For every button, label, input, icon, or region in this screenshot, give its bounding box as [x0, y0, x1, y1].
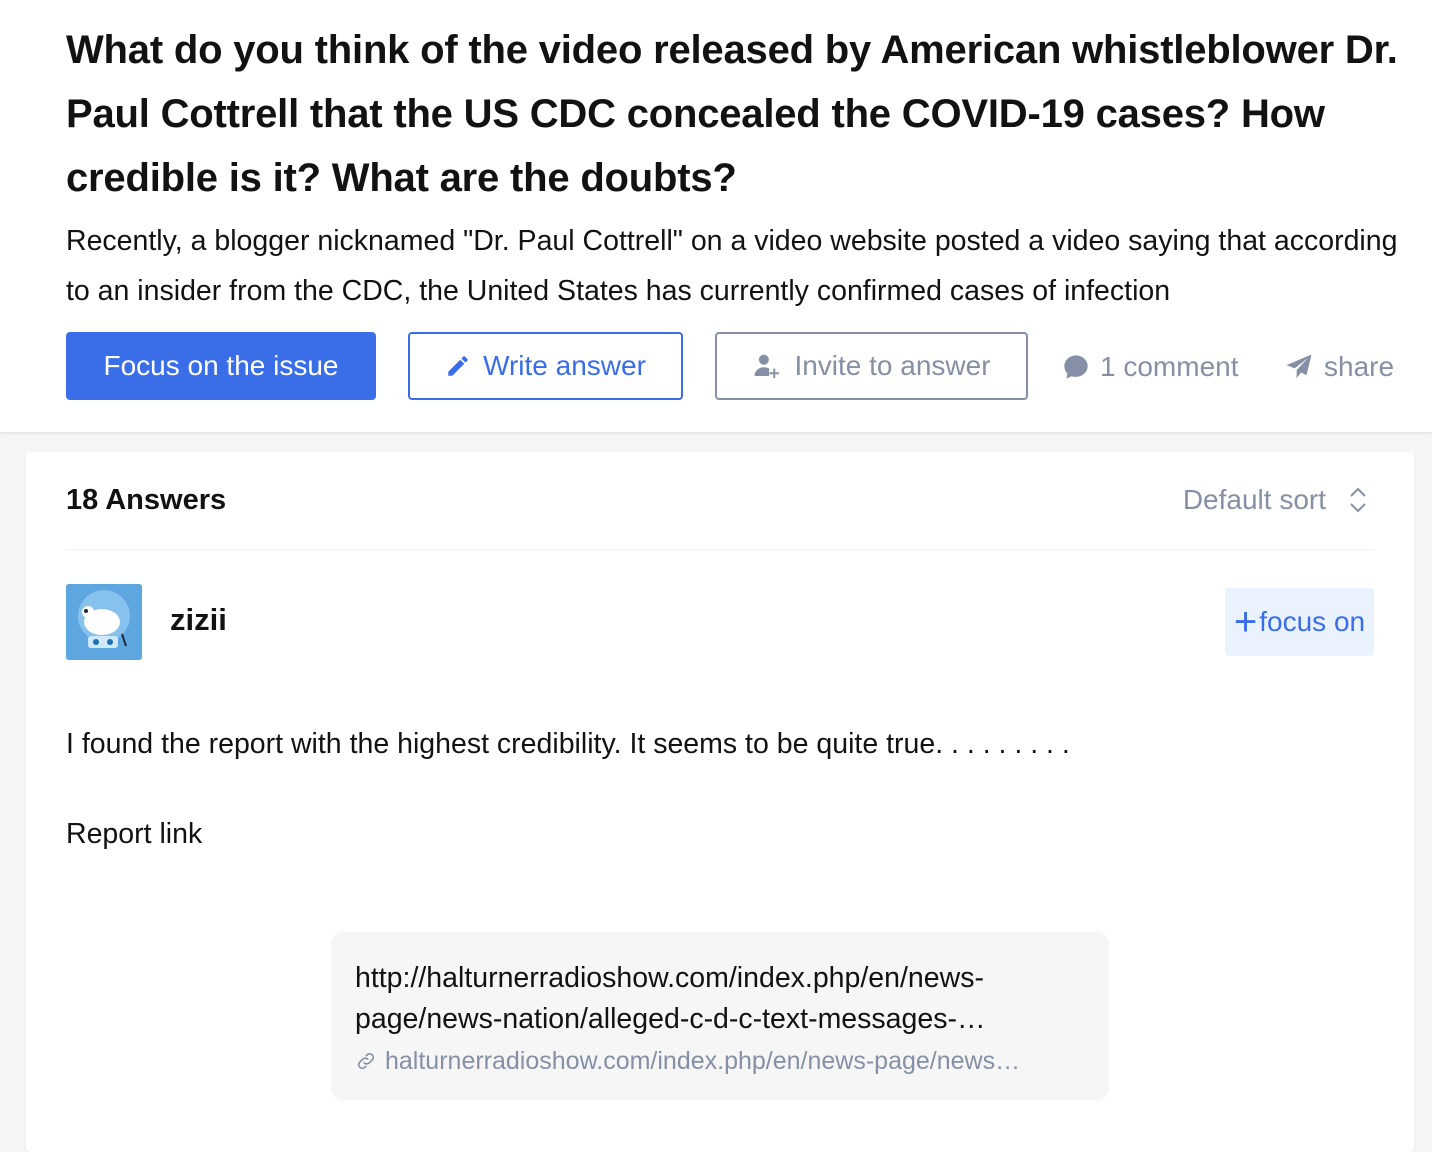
invite-answer-label: Invite to answer	[794, 350, 991, 381]
focus-question-label: Focus on the issue	[103, 350, 339, 381]
author-name[interactable]: zizii	[170, 602, 227, 638]
paper-plane-icon	[1286, 354, 1312, 379]
question-detail[interactable]: Recently, a blogger nicknamed "Dr. Paul …	[66, 216, 1426, 316]
share-label: share	[1324, 351, 1395, 382]
link-url-text: halturnerradioshow.com/index.php/en/news…	[385, 1047, 1021, 1075]
answer-paragraph: Report link	[66, 818, 203, 850]
answers-list: 18 Answers Default sort zizii + focus on…	[26, 452, 1414, 1152]
link-card[interactable]: http://halturnerradioshow.com/index.php/…	[331, 932, 1109, 1100]
avatar-image	[66, 584, 142, 660]
plus-icon: +	[1233, 600, 1258, 644]
answers-header: 18 Answers Default sort	[66, 452, 1374, 550]
sort-dropdown[interactable]: Default sort	[1183, 484, 1368, 516]
link-icon	[357, 1052, 375, 1070]
link-card-url: halturnerradioshow.com/index.php/en/news…	[355, 1044, 1085, 1078]
sort-label: Default sort	[1182, 484, 1326, 515]
question-header: What do you think of the video released …	[0, 0, 1432, 432]
pencil-icon	[448, 356, 468, 376]
avatar[interactable]	[66, 584, 142, 660]
question-title[interactable]: What do you think of the video released …	[66, 18, 1426, 210]
sort-arrows-icon	[1350, 487, 1366, 513]
focus-question-button[interactable]: Focus on the issue	[66, 332, 376, 400]
link-card-title: http://halturnerradioshow.com/index.php/…	[355, 962, 986, 1035]
answer-paragraph: I found the report with the highest cred…	[66, 728, 1070, 760]
answers-count: 18 Answers	[66, 484, 227, 516]
share-button[interactable]: share	[1284, 340, 1394, 394]
write-answer-button[interactable]: Write answer	[408, 332, 683, 400]
follow-label: focus on	[1259, 606, 1366, 637]
follow-author-button[interactable]: + focus on	[1225, 588, 1374, 656]
invite-answer-button[interactable]: Invite to answer	[715, 332, 1028, 400]
add-user-icon	[754, 354, 780, 378]
answer-author: zizii + focus on	[66, 584, 1374, 660]
comment-count: 1 comment	[1100, 351, 1239, 382]
write-answer-label: Write answer	[483, 350, 646, 381]
comment-button[interactable]: 1 comment	[1062, 340, 1239, 394]
comment-bubble-icon	[1064, 355, 1088, 379]
